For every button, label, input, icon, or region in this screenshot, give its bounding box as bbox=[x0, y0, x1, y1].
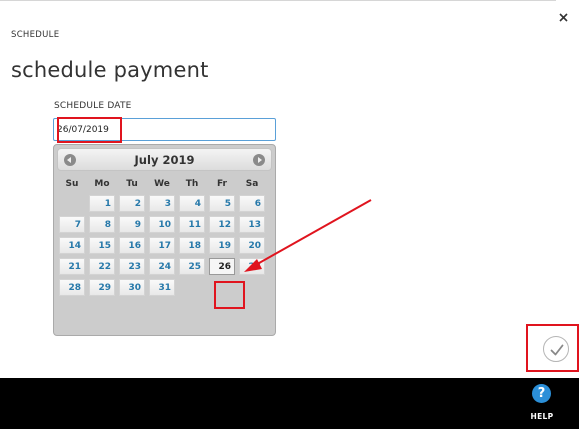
help-icon[interactable]: ? bbox=[532, 384, 551, 403]
footer-bar bbox=[0, 378, 579, 429]
help-label[interactable]: HELP bbox=[526, 412, 558, 421]
confirm-button[interactable] bbox=[543, 336, 569, 362]
checkmark-icon bbox=[550, 344, 564, 356]
annotation-arrow bbox=[244, 199, 372, 272]
